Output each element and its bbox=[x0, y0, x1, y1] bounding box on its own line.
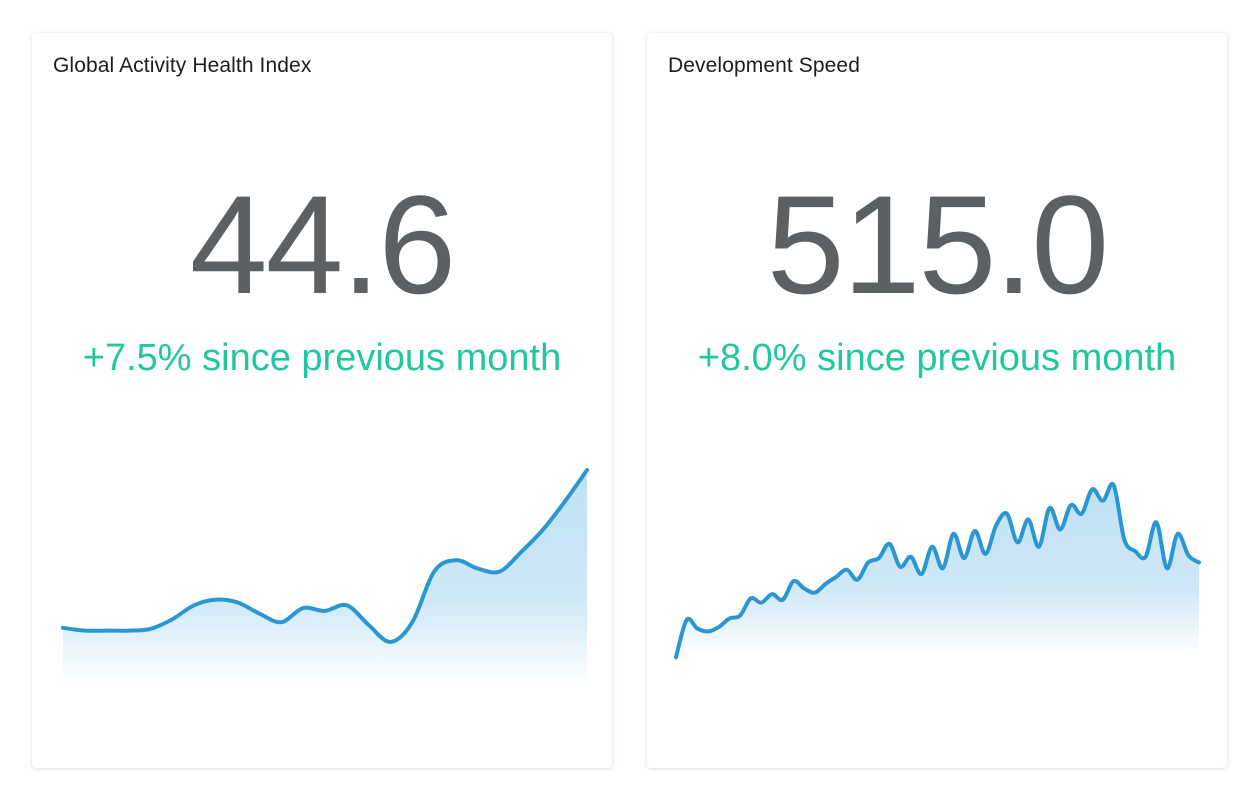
sparkline-line bbox=[674, 481, 1201, 660]
kpi-value: 44.6 bbox=[189, 166, 456, 323]
kpi-change: +7.5% since previous month bbox=[82, 337, 562, 379]
kpi-value: 515.0 bbox=[766, 166, 1109, 323]
sparkline-line bbox=[61, 468, 589, 644]
card-title: Development Speed bbox=[668, 54, 860, 77]
sparkline-area bbox=[676, 483, 1199, 658]
sparkline-area bbox=[63, 470, 587, 685]
sparkline-chart bbox=[61, 468, 589, 685]
kpi-card-development-speed: Development Speed 515.0 +8.0% since prev… bbox=[647, 33, 1227, 768]
card-title: Global Activity Health Index bbox=[53, 54, 312, 77]
kpi-change: +8.0% since previous month bbox=[697, 337, 1177, 379]
sparkline-chart bbox=[674, 481, 1201, 660]
kpi-card-global-activity: Global Activity Health Index 44.6 +7.5% … bbox=[32, 33, 612, 768]
